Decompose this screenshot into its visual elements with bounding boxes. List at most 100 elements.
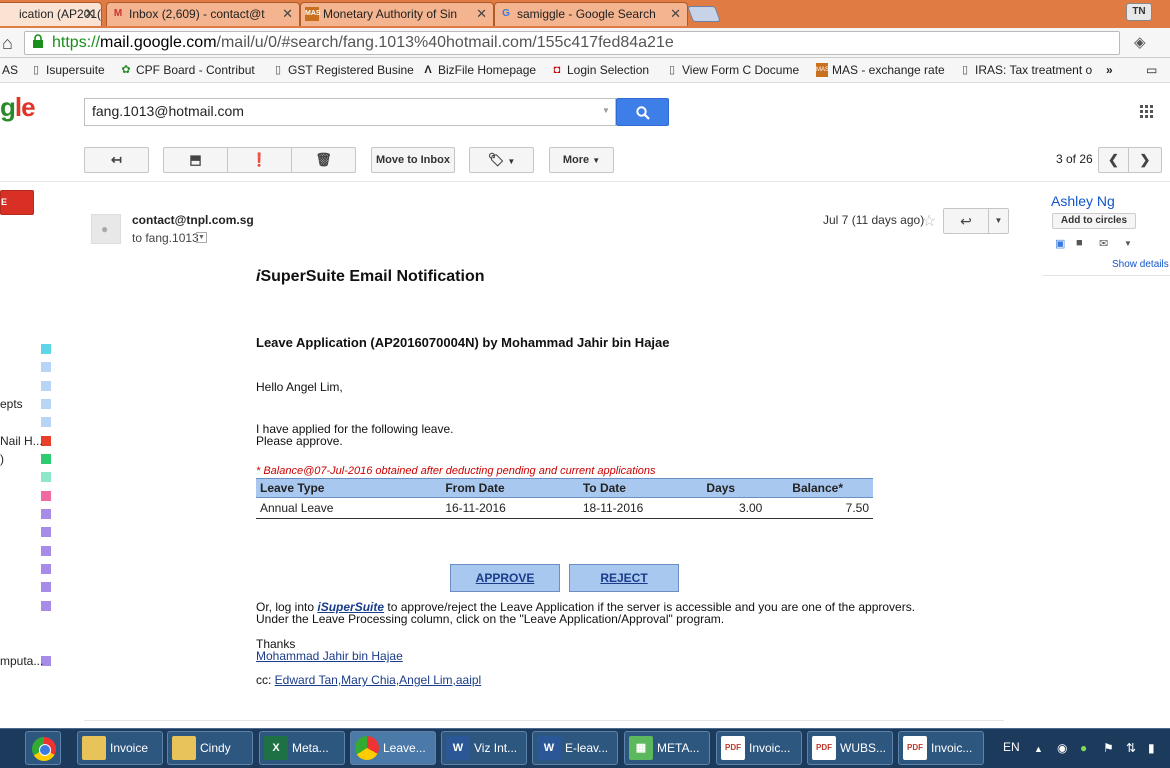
url-text[interactable]: https://mail.google.com/mail/u/0/#search…	[52, 34, 674, 52]
more-button[interactable]: More ▼	[549, 147, 614, 173]
tray-status-icon[interactable]: ●	[1080, 741, 1087, 755]
home-icon[interactable]: ⌂	[2, 33, 13, 54]
tab-inbox[interactable]: M Inbox (2,609) - contact@t ✕	[106, 2, 300, 26]
tab-mas[interactable]: MAS Monetary Authority of Sin ✕	[300, 2, 494, 26]
show-details-link[interactable]: Show details	[1112, 259, 1169, 270]
search-value[interactable]: fang.1013@hotmail.com	[92, 103, 244, 119]
close-tab-icon[interactable]: ✕	[282, 3, 293, 25]
taskbar-item-word[interactable]: W Viz Int...	[441, 731, 527, 765]
google-logo[interactable]: gle	[0, 92, 36, 123]
chrome-icon[interactable]	[25, 731, 61, 765]
label-mputa[interactable]: mputa...	[0, 654, 43, 668]
bookmark-item[interactable]: ◘ Login Selection	[551, 62, 649, 78]
hangout-icon[interactable]: ▣	[1055, 237, 1065, 250]
language-indicator[interactable]: EN	[1003, 740, 1020, 754]
compose-button[interactable]: E	[0, 190, 34, 215]
taskbar-item-meta[interactable]: ▦ META...	[624, 731, 710, 765]
message-more-button[interactable]: ▼	[988, 208, 1009, 234]
move-to-inbox-button[interactable]: Move to Inbox	[371, 147, 455, 173]
label-nail[interactable]: Nail H...	[0, 434, 43, 448]
close-tab-icon[interactable]: ✕	[476, 3, 487, 25]
app-icon: ▦	[629, 736, 653, 760]
label-color-swatch[interactable]	[41, 546, 51, 556]
label-color-swatch[interactable]	[41, 564, 51, 574]
reject-button[interactable]: REJECT	[569, 564, 679, 592]
signal-icon[interactable]: ▮	[1148, 741, 1155, 755]
pdf-icon: PDF	[721, 736, 745, 760]
label-color-swatch[interactable]	[41, 399, 51, 409]
older-button[interactable]: ❯	[1128, 147, 1162, 173]
bookmark-item[interactable]: ▯ View Form C Docume	[666, 62, 799, 78]
contact-name[interactable]: Ashley Ng	[1051, 193, 1115, 209]
taskbar-item-excel[interactable]: X Meta...	[259, 731, 345, 765]
video-icon[interactable]: ■	[1076, 237, 1083, 249]
bizfile-icon: Λ	[424, 64, 432, 76]
bookmark-item[interactable]: Λ BizFile Homepage	[422, 62, 536, 78]
bookmark-item[interactable]: MAS MAS - exchange rate	[816, 62, 945, 78]
label-color-swatch[interactable]	[41, 491, 51, 501]
email-icon[interactable]: ✉	[1099, 237, 1108, 250]
network-icon[interactable]: ⇅	[1126, 741, 1136, 755]
delete-button[interactable]: 🗑	[291, 147, 356, 173]
extension-icon[interactable]: ◈	[1134, 33, 1146, 51]
taskbar-item-cindy-folder[interactable]: Cindy	[167, 731, 253, 765]
star-icon[interactable]: ☆	[922, 211, 936, 231]
label-color-swatch[interactable]	[41, 509, 51, 519]
taskbar-item-pdf[interactable]: PDF Invoic...	[898, 731, 984, 765]
chevron-down-icon[interactable]: ▼	[1124, 239, 1132, 248]
tab-google-search[interactable]: G samiggle - Google Search ✕	[494, 2, 688, 26]
newer-button[interactable]: ❮	[1098, 147, 1129, 173]
cc-links[interactable]: Edward Tan,Mary Chia,Angel Lim,aaipl	[275, 673, 482, 687]
lock-icon[interactable]	[32, 34, 44, 49]
label-color-swatch[interactable]	[41, 601, 51, 611]
bookmark-item[interactable]: AS	[0, 62, 18, 78]
label-paren[interactable]: )	[0, 452, 4, 466]
bookmark-item[interactable]: ✿ CPF Board - Contribut	[120, 62, 254, 78]
close-tab-icon[interactable]: ✕	[84, 3, 95, 25]
tray-app-icon[interactable]: ◉	[1057, 741, 1067, 755]
taskbar-item-pdf[interactable]: PDF WUBS...	[807, 731, 893, 765]
bookmark-item[interactable]: ▯ IRAS: Tax treatment o	[959, 62, 1092, 78]
show-details-icon[interactable]: ▼	[196, 232, 207, 243]
label-color-swatch[interactable]	[41, 362, 51, 372]
apps-grid-icon[interactable]	[1140, 105, 1154, 119]
labels-button[interactable]: 🏷 ▼	[469, 147, 534, 173]
label-color-swatch[interactable]	[41, 582, 51, 592]
taskbar-item-invoice-folder[interactable]: Invoice	[77, 731, 163, 765]
taskbar-item-chrome[interactable]: Leave...	[350, 731, 436, 765]
label-color-swatch[interactable]	[41, 527, 51, 537]
sender-email[interactable]: contact@tnpl.com.sg	[132, 213, 254, 227]
back-button[interactable]: ↤	[84, 147, 149, 173]
th-balance: Balance*	[788, 478, 873, 498]
label-color-swatch[interactable]	[41, 472, 51, 482]
reply-button[interactable]: ↩	[943, 208, 989, 234]
taskbar-item-word[interactable]: W E-leav...	[532, 731, 618, 765]
add-to-circles-button[interactable]: Add to circles	[1052, 213, 1136, 229]
approve-button[interactable]: APPROVE	[450, 564, 560, 592]
bookmark-item[interactable]: ▯ Isupersuite	[30, 62, 105, 78]
tray-expand-icon[interactable]: ▲	[1034, 744, 1043, 754]
report-spam-button[interactable]: ❗	[227, 147, 292, 173]
new-tab-button[interactable]	[687, 6, 721, 22]
flag-icon[interactable]: ⚑	[1103, 741, 1114, 755]
close-tab-icon[interactable]: ✕	[670, 3, 681, 25]
signature-link[interactable]: Mohammad Jahir bin Hajae	[256, 649, 403, 663]
profile-badge[interactable]: TN	[1126, 3, 1152, 21]
bookmark-item[interactable]: ▯ GST Registered Busine	[272, 62, 414, 78]
taskbar-item-pdf[interactable]: PDF Invoic...	[716, 731, 802, 765]
bookmarks-folder-icon[interactable]: ▭	[1146, 62, 1157, 78]
archive-button[interactable]: ⬒	[163, 147, 228, 173]
search-button[interactable]	[616, 98, 669, 126]
label-color-swatch[interactable]	[41, 381, 51, 391]
label-color-swatch[interactable]	[41, 454, 51, 464]
label-epts[interactable]: epts	[0, 397, 23, 411]
bookmarks-overflow[interactable]: »	[1106, 62, 1113, 78]
tab-leave-application[interactable]: ication (AP201( ✕	[0, 2, 102, 26]
label-color-swatch[interactable]	[41, 344, 51, 354]
search-options-icon[interactable]: ▼	[602, 106, 610, 115]
login-icon: ◘	[553, 64, 561, 76]
recipient-line: to fang.1013	[132, 231, 199, 245]
chrome-icon	[355, 736, 379, 760]
label-color-swatch[interactable]	[41, 417, 51, 427]
mas-icon: MAS	[305, 7, 321, 21]
